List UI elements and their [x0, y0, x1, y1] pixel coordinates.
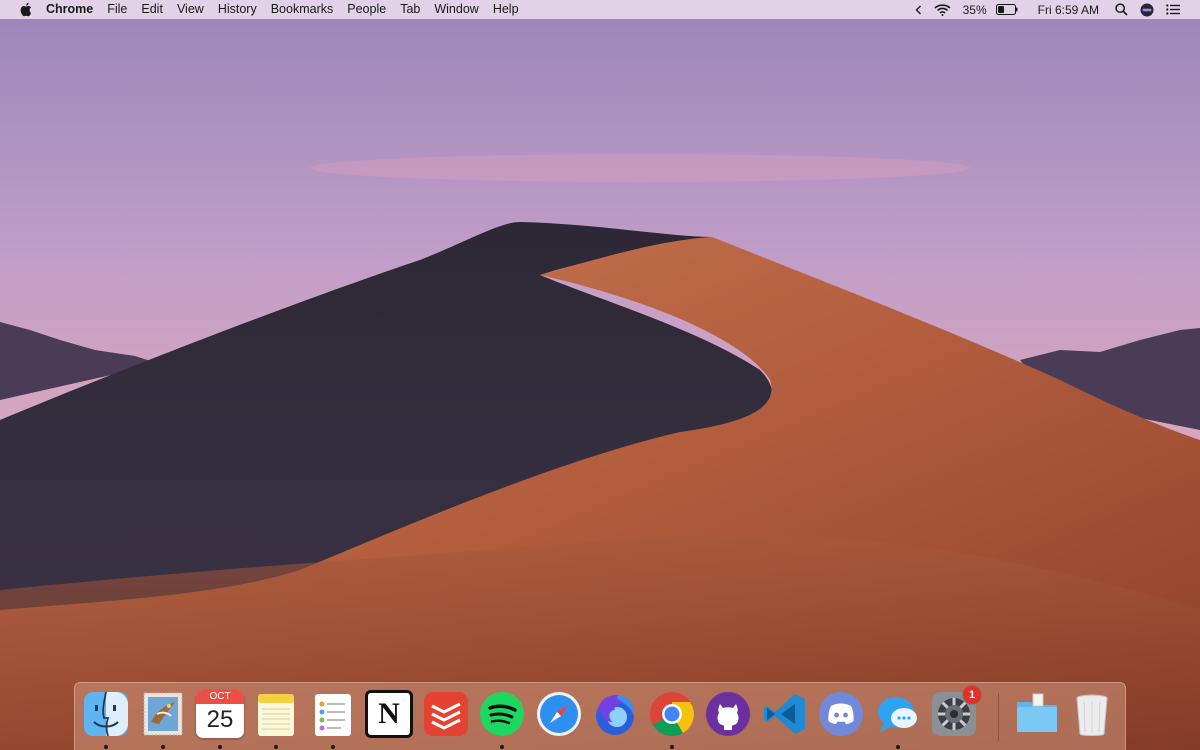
dock-item-notes[interactable]: [251, 690, 301, 749]
battery-icon[interactable]: [990, 0, 1024, 19]
menu-app-name[interactable]: Chrome: [44, 0, 100, 19]
notification-center-icon[interactable]: [1160, 0, 1186, 19]
dock-item-system-preferences[interactable]: 1: [929, 686, 981, 742]
clock[interactable]: Fri 6:59 AM: [1024, 0, 1109, 19]
notion-glyph: N: [378, 697, 400, 730]
menu-help[interactable]: Help: [486, 0, 526, 19]
running-indicator: [218, 745, 222, 749]
dock-item-messages[interactable]: [873, 690, 923, 749]
menu-bar: Chrome File Edit View History Bookmarks …: [0, 0, 1200, 19]
dock-item-calendar[interactable]: OCT 25: [195, 690, 245, 749]
calendar-month: OCT: [196, 690, 244, 704]
dock-item-reminders[interactable]: [308, 690, 358, 749]
running-indicator: [161, 745, 165, 749]
messages-icon: [878, 697, 917, 732]
notes-icon: [258, 694, 294, 736]
mail-stamp-icon: [143, 692, 183, 736]
folder-icon: [1017, 693, 1057, 732]
running-indicator: [331, 745, 335, 749]
dock-item-trash[interactable]: [1067, 690, 1117, 742]
dock-item-github[interactable]: [703, 690, 753, 742]
dock-item-mail[interactable]: [138, 690, 188, 749]
wifi-icon[interactable]: [928, 0, 957, 19]
running-indicator: [896, 745, 900, 749]
menu-window[interactable]: Window: [427, 0, 485, 19]
desktop-wallpaper: [0, 0, 1200, 750]
dock-item-chrome[interactable]: [647, 690, 697, 749]
firefox-icon: [596, 694, 635, 735]
github-icon: [706, 692, 750, 736]
notion-icon: N: [365, 690, 413, 738]
dock-item-spotify[interactable]: [477, 690, 527, 749]
dock-item-safari[interactable]: [534, 690, 584, 742]
menu-people[interactable]: People: [340, 0, 393, 19]
siri-icon[interactable]: [1134, 0, 1160, 19]
todoist-icon: [424, 692, 468, 736]
calendar-day: 25: [206, 706, 234, 733]
dock: OCT 25 N 1: [74, 682, 1126, 750]
menu-edit[interactable]: Edit: [134, 0, 170, 19]
menu-history[interactable]: History: [211, 0, 264, 19]
vscode-icon: [764, 694, 805, 734]
dock-item-discord[interactable]: [816, 690, 866, 742]
running-indicator: [104, 745, 108, 749]
reminders-icon: [315, 694, 351, 736]
notification-badge: 1: [963, 686, 981, 704]
running-indicator: [500, 745, 504, 749]
spotlight-search-icon[interactable]: [1109, 0, 1134, 19]
spotify-icon: [480, 692, 524, 736]
finder-icon: [84, 691, 128, 737]
dock-item-notion[interactable]: N: [364, 690, 414, 742]
dock-separator: [998, 693, 999, 741]
running-indicator: [670, 745, 674, 749]
dock-item-todoist[interactable]: [421, 690, 471, 742]
running-indicator: [274, 745, 278, 749]
chevron-left-icon[interactable]: [909, 0, 928, 19]
apple-menu-icon[interactable]: [17, 0, 33, 19]
calendar-icon: OCT 25: [196, 690, 244, 738]
dock-item-vscode[interactable]: [760, 690, 810, 742]
discord-icon: [819, 692, 863, 736]
dock-item-downloads[interactable]: [1012, 690, 1062, 742]
dock-item-firefox[interactable]: [590, 690, 640, 742]
menu-bookmarks[interactable]: Bookmarks: [264, 0, 341, 19]
menu-tab[interactable]: Tab: [393, 0, 427, 19]
chrome-icon: [650, 692, 694, 736]
trash-icon: [1076, 694, 1108, 736]
menu-file[interactable]: File: [100, 0, 134, 19]
dock-item-finder[interactable]: [81, 690, 131, 749]
menu-view[interactable]: View: [170, 0, 211, 19]
safari-compass-icon: [537, 692, 581, 736]
battery-percent: 35%: [962, 2, 987, 17]
